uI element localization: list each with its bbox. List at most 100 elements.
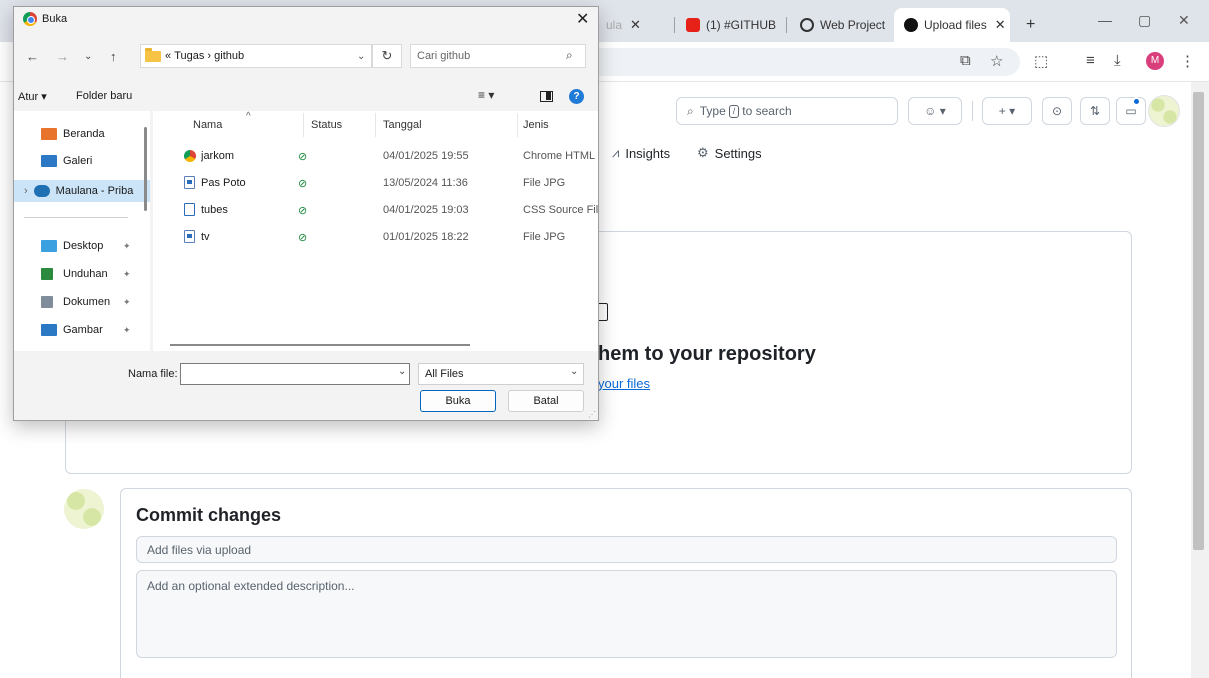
- copilot-button[interactable]: ☺ ▾: [908, 97, 962, 125]
- forward-arrow-icon[interactable]: →: [56, 49, 69, 64]
- chevron-right-icon[interactable]: ›: [24, 185, 28, 197]
- tab-label: Web Project: [820, 18, 886, 32]
- nav-item-galeri[interactable]: Galeri: [14, 150, 150, 172]
- close-icon[interactable]: ✕: [995, 17, 1006, 33]
- install-app-icon[interactable]: ⧉: [960, 52, 971, 69]
- breadcrumb-item[interactable]: Tugas: [174, 50, 204, 62]
- up-arrow-icon[interactable]: ↑: [110, 49, 117, 64]
- back-arrow-icon[interactable]: ←: [26, 49, 39, 64]
- pull-request-icon: ⇅: [1089, 104, 1101, 118]
- document-icon: [41, 296, 53, 308]
- file-row[interactable]: Pas Poto ⊘ 13/05/2024 11:36 File JPG: [153, 170, 598, 196]
- column-divider: [517, 113, 518, 137]
- column-header-status[interactable]: Status: [311, 119, 342, 131]
- chevron-down-icon[interactable]: ⌄: [398, 366, 406, 377]
- dialog-search-input[interactable]: [410, 44, 586, 68]
- new-tab-button[interactable]: +: [1016, 8, 1042, 42]
- recent-locations-icon[interactable]: ⌄: [84, 51, 92, 62]
- issues-button[interactable]: ⊙: [1042, 97, 1072, 125]
- file-row[interactable]: tv ⊘ 01/01/2025 18:22 File JPG: [153, 224, 598, 250]
- choose-files-link[interactable]: your files: [598, 376, 650, 391]
- commit-title: Commit changes: [136, 505, 282, 525]
- browser-tab[interactable]: (1) #GITHUB ✕: [676, 8, 784, 42]
- repo-nav-insights[interactable]: ⩘ Insights: [612, 145, 670, 161]
- browser-tab[interactable]: ula ✕: [596, 8, 674, 42]
- extensions-icon[interactable]: ⬚: [1034, 52, 1048, 70]
- browser-tab[interactable]: Web Project ✕: [790, 8, 894, 42]
- open-button[interactable]: Buka: [420, 390, 496, 412]
- tab-label: Upload files: [924, 18, 987, 32]
- refresh-button[interactable]: ↻: [372, 44, 402, 68]
- breadcrumb[interactable]: « Tugas › github ⌄: [140, 44, 372, 68]
- css-file-icon: [184, 203, 195, 216]
- browser-tab-active[interactable]: Upload files ✕: [894, 8, 1010, 42]
- column-header-name[interactable]: Nama: [193, 119, 222, 131]
- nav-item-label: Galeri: [63, 155, 93, 167]
- cancel-button[interactable]: Batal: [508, 390, 584, 412]
- nav-item-gambar[interactable]: Gambar ✦: [14, 319, 150, 341]
- window-close-icon[interactable]: ✕: [1178, 12, 1190, 29]
- nav-pane-scrollbar[interactable]: [144, 127, 147, 211]
- column-header-type[interactable]: Jenis: [523, 119, 549, 131]
- chevron-down-icon[interactable]: ⌄: [570, 366, 578, 377]
- pin-icon[interactable]: ✦: [123, 241, 131, 252]
- minimize-icon[interactable]: —: [1098, 12, 1112, 28]
- file-row[interactable]: jarkom ⊘ 04/01/2025 19:55 Chrome HTML Do…: [153, 143, 598, 169]
- repo-nav-label: Settings: [714, 145, 762, 161]
- chevron-down-icon[interactable]: ⌄: [357, 51, 365, 62]
- bookmark-star-icon[interactable]: ☆: [990, 52, 1003, 70]
- column-header-date[interactable]: Tanggal: [383, 119, 422, 131]
- filename-label: Nama file:: [128, 368, 178, 380]
- inbox-icon: ▭: [1125, 104, 1137, 118]
- pull-requests-button[interactable]: ⇅: [1080, 97, 1110, 125]
- breadcrumb-overflow[interactable]: «: [165, 50, 171, 62]
- kebab-menu-icon[interactable]: ⋮: [1180, 52, 1195, 70]
- close-icon[interactable]: ✕: [630, 17, 641, 33]
- new-folder-button[interactable]: Folder baru: [76, 90, 132, 102]
- graph-icon: ⩘: [612, 145, 620, 160]
- breadcrumb-separator: ›: [207, 50, 212, 62]
- nav-item-desktop[interactable]: Desktop ✦: [14, 235, 150, 257]
- create-new-button[interactable]: + ▾: [982, 97, 1032, 125]
- nav-item-onedrive[interactable]: › Maulana - Priba: [14, 180, 150, 202]
- file-row[interactable]: tubes ⊘ 04/01/2025 19:03 CSS Source File: [153, 197, 598, 223]
- page-scroll-thumb[interactable]: [1193, 92, 1204, 550]
- pin-icon[interactable]: ✦: [123, 269, 131, 280]
- gallery-icon: [41, 155, 57, 167]
- commit-summary-input[interactable]: [136, 536, 1117, 563]
- filetype-select[interactable]: All Files: [418, 363, 584, 385]
- restore-icon[interactable]: ▢: [1138, 12, 1151, 29]
- repo-nav-settings[interactable]: ⚙ Settings: [697, 145, 762, 161]
- file-type: CSS Source File: [523, 204, 598, 216]
- inbox-button[interactable]: ▭: [1116, 97, 1146, 125]
- pin-icon[interactable]: ✦: [123, 325, 131, 336]
- downloads-icon[interactable]: ⤓: [1114, 52, 1121, 69]
- github-search[interactable]: ⌕ Type / to search: [676, 97, 898, 125]
- pin-icon[interactable]: ✦: [123, 297, 131, 308]
- dialog-titlebar[interactable]: Buka ✕: [14, 7, 598, 33]
- breadcrumb-item[interactable]: github: [214, 50, 244, 62]
- resize-grip-icon[interactable]: ⋰: [588, 410, 596, 419]
- nav-item-dokumen[interactable]: Dokumen ✦: [14, 291, 150, 313]
- tab-label: (1) #GITHUB: [706, 18, 777, 32]
- view-options-icon[interactable]: ≡ ▾: [478, 88, 494, 102]
- help-icon[interactable]: ?: [569, 89, 584, 104]
- close-icon[interactable]: ✕: [576, 9, 589, 29]
- nav-item-unduhan[interactable]: Unduhan ✦: [14, 263, 150, 285]
- preview-pane-icon[interactable]: [540, 91, 553, 102]
- filename-input[interactable]: [180, 363, 410, 385]
- user-avatar[interactable]: [1148, 95, 1180, 127]
- nav-item-label: Dokumen: [63, 296, 111, 308]
- reading-list-icon[interactable]: ≡: [1086, 52, 1095, 69]
- search-icon[interactable]: ⌕: [566, 48, 573, 63]
- file-date: 04/01/2025 19:03: [383, 204, 469, 216]
- organize-button[interactable]: Atur ▾: [18, 90, 47, 103]
- commit-description-input[interactable]: [136, 570, 1117, 658]
- nav-item-beranda[interactable]: Beranda: [14, 123, 150, 145]
- chrome-file-icon: [184, 150, 196, 162]
- search-shortcut-key: /: [728, 104, 740, 118]
- plus-icon: +: [998, 104, 1006, 118]
- profile-avatar[interactable]: M: [1146, 52, 1164, 70]
- file-list-scrollbar[interactable]: [170, 344, 470, 346]
- drop-zone-title: hem to your repository: [598, 343, 816, 365]
